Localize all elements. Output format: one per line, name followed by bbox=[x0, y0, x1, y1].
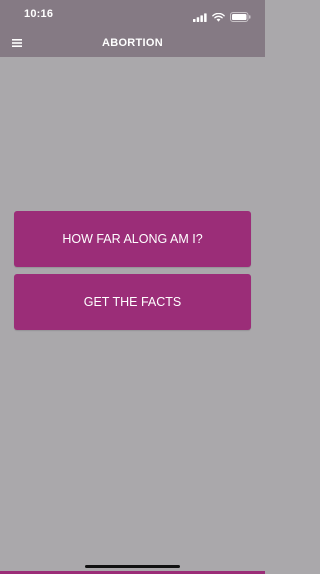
battery-icon bbox=[230, 9, 251, 27]
app-header: 10:16 ABORTION bbox=[0, 0, 265, 57]
home-indicator[interactable] bbox=[85, 565, 180, 568]
get-the-facts-label: GET THE FACTS bbox=[83, 295, 182, 309]
how-far-along-button[interactable]: HOW FAR ALONG AM I? bbox=[14, 211, 251, 267]
how-far-along-label: HOW FAR ALONG AM I? bbox=[62, 232, 203, 246]
wifi-icon bbox=[212, 9, 225, 27]
status-bar: 10:16 bbox=[0, 0, 265, 30]
status-time: 10:16 bbox=[24, 8, 54, 20]
get-the-facts-button[interactable]: GET THE FACTS bbox=[14, 274, 251, 330]
nav-bar: ABORTION bbox=[0, 30, 265, 57]
cellular-signal-icon bbox=[193, 9, 207, 27]
status-icons bbox=[193, 9, 251, 27]
page-title: ABORTION bbox=[101, 37, 164, 49]
